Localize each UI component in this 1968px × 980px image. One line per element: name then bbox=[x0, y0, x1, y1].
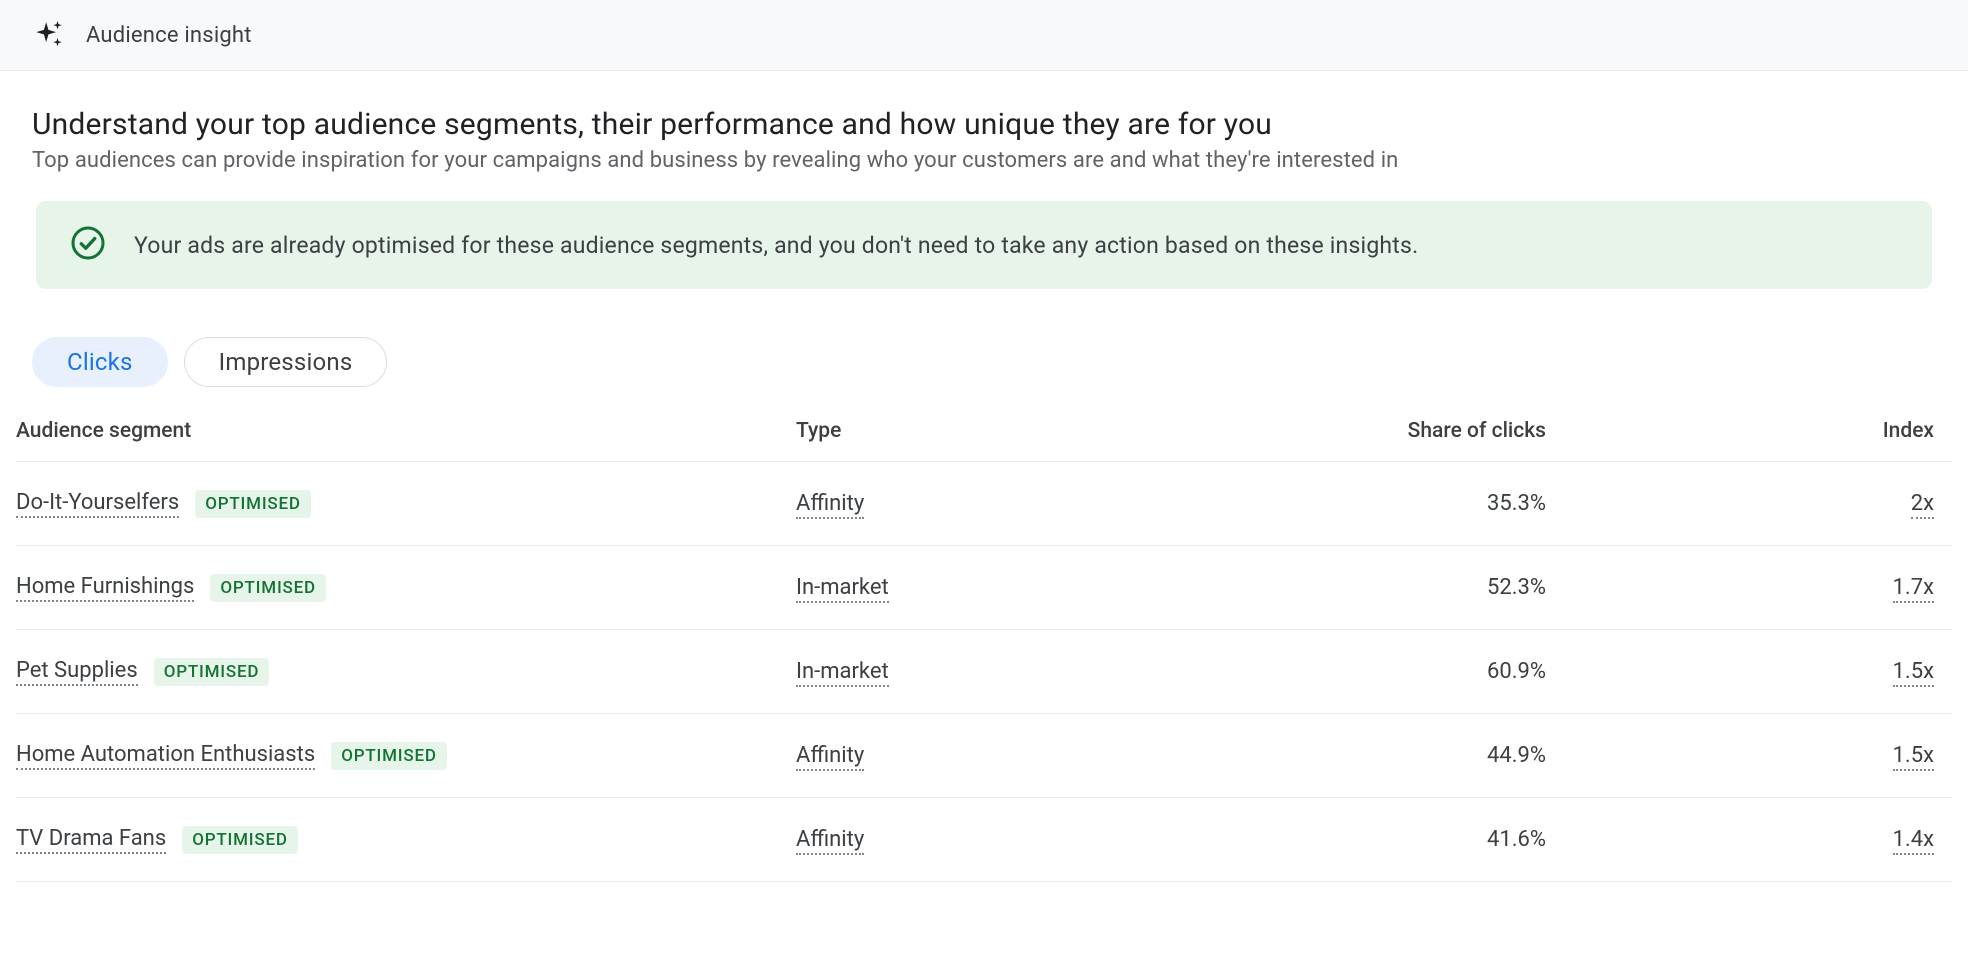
optimised-badge: OPTIMISED bbox=[331, 742, 447, 770]
cell-index: 1.5x bbox=[1546, 743, 1952, 768]
cell-type: Affinity bbox=[796, 827, 1176, 852]
index-value[interactable]: 1.5x bbox=[1893, 659, 1934, 687]
subheadline: Top audiences can provide inspiration fo… bbox=[32, 148, 1936, 173]
index-value[interactable]: 1.5x bbox=[1893, 743, 1934, 771]
cell-type: In-market bbox=[796, 659, 1176, 684]
cell-share: 35.3% bbox=[1176, 491, 1546, 516]
audience-table: Audience segment Type Share of clicks In… bbox=[16, 409, 1952, 882]
check-circle-icon bbox=[70, 225, 106, 265]
index-value[interactable]: 1.7x bbox=[1893, 575, 1934, 603]
cell-share: 52.3% bbox=[1176, 575, 1546, 600]
index-value[interactable]: 2x bbox=[1911, 491, 1934, 519]
page-header: Audience insight bbox=[0, 0, 1968, 71]
optimised-badge: OPTIMISED bbox=[154, 658, 270, 686]
col-header-index: Index bbox=[1546, 419, 1952, 443]
tab-impressions[interactable]: Impressions bbox=[184, 337, 388, 387]
sparkle-icon bbox=[32, 18, 66, 52]
headline: Understand your top audience segments, t… bbox=[32, 107, 1936, 142]
type-value[interactable]: Affinity bbox=[796, 827, 864, 855]
cell-share: 41.6% bbox=[1176, 827, 1546, 852]
type-value[interactable]: In-market bbox=[796, 575, 889, 603]
info-banner-text: Your ads are already optimised for these… bbox=[134, 232, 1418, 259]
type-value[interactable]: In-market bbox=[796, 659, 889, 687]
cell-segment: Home Automation Enthusiasts OPTIMISED bbox=[16, 742, 796, 770]
index-value[interactable]: 1.4x bbox=[1893, 827, 1934, 855]
cell-segment: Home Furnishings OPTIMISED bbox=[16, 574, 796, 602]
page-header-title: Audience insight bbox=[86, 23, 252, 48]
type-value[interactable]: Affinity bbox=[796, 491, 864, 519]
type-value[interactable]: Affinity bbox=[796, 743, 864, 771]
cell-type: Affinity bbox=[796, 491, 1176, 516]
segment-name[interactable]: Do-It-Yourselfers bbox=[16, 490, 179, 518]
metric-tabs: Clicks Impressions bbox=[32, 337, 1936, 387]
table-header-row: Audience segment Type Share of clicks In… bbox=[16, 409, 1952, 462]
cell-segment: Pet Supplies OPTIMISED bbox=[16, 658, 796, 686]
cell-segment: Do-It-Yourselfers OPTIMISED bbox=[16, 490, 796, 518]
cell-type: Affinity bbox=[796, 743, 1176, 768]
optimised-badge: OPTIMISED bbox=[210, 574, 326, 602]
table-row: Home Furnishings OPTIMISED In-market 52.3% 1… bbox=[16, 546, 1952, 630]
cell-share: 44.9% bbox=[1176, 743, 1546, 768]
col-header-segment: Audience segment bbox=[16, 419, 796, 443]
segment-name[interactable]: Pet Supplies bbox=[16, 658, 138, 686]
optimised-badge: OPTIMISED bbox=[195, 490, 311, 518]
optimised-badge: OPTIMISED bbox=[182, 826, 298, 854]
segment-name[interactable]: Home Automation Enthusiasts bbox=[16, 742, 315, 770]
cell-index: 1.4x bbox=[1546, 827, 1952, 852]
tab-clicks[interactable]: Clicks bbox=[32, 337, 168, 387]
info-banner: Your ads are already optimised for these… bbox=[36, 201, 1932, 289]
cell-index: 2x bbox=[1546, 491, 1952, 516]
table-row: Do-It-Yourselfers OPTIMISED Affinity 35.3% 2… bbox=[16, 462, 1952, 546]
main-content: Understand your top audience segments, t… bbox=[0, 71, 1968, 882]
table-row: Home Automation Enthusiasts OPTIMISED Affi… bbox=[16, 714, 1952, 798]
cell-type: In-market bbox=[796, 575, 1176, 600]
cell-share: 60.9% bbox=[1176, 659, 1546, 684]
cell-index: 1.7x bbox=[1546, 575, 1952, 600]
col-header-type: Type bbox=[796, 419, 1176, 443]
cell-index: 1.5x bbox=[1546, 659, 1952, 684]
segment-name[interactable]: TV Drama Fans bbox=[16, 826, 166, 854]
table-row: TV Drama Fans OPTIMISED Affinity 41.6% 1.4x bbox=[16, 798, 1952, 882]
cell-segment: TV Drama Fans OPTIMISED bbox=[16, 826, 796, 854]
table-row: Pet Supplies OPTIMISED In-market 60.9% 1.5x bbox=[16, 630, 1952, 714]
col-header-share: Share of clicks bbox=[1176, 419, 1546, 443]
segment-name[interactable]: Home Furnishings bbox=[16, 574, 194, 602]
